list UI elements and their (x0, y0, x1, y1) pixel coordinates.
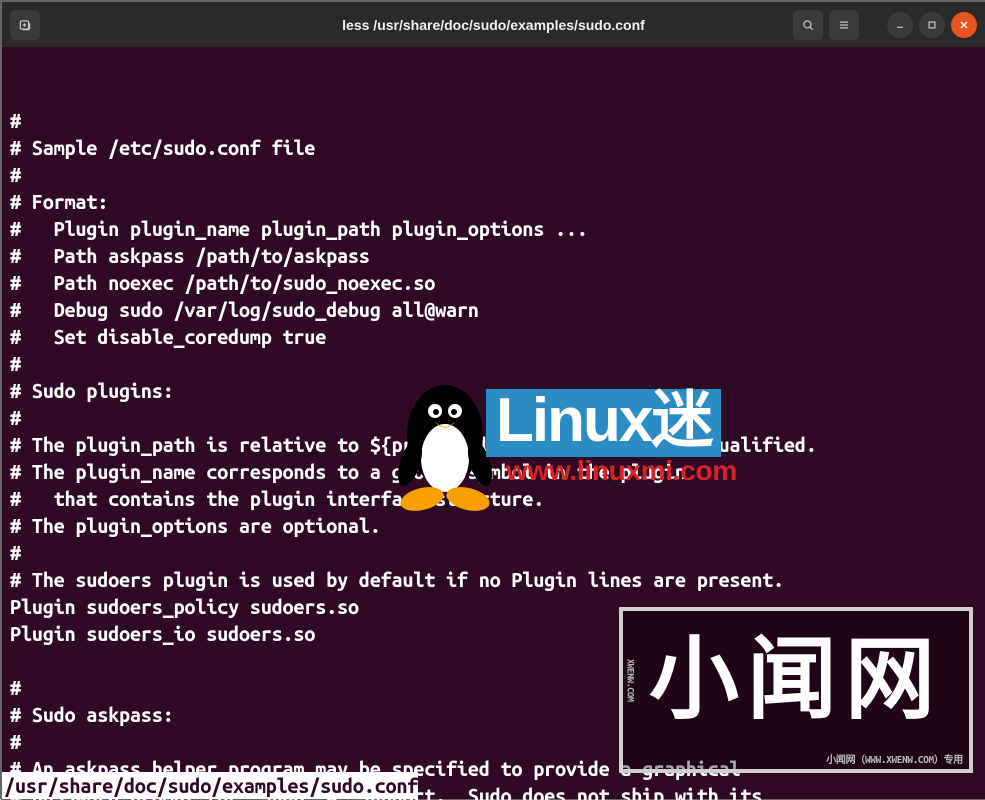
maximize-button[interactable] (919, 12, 945, 38)
titlebar-right-controls (793, 10, 977, 40)
window-title: less /usr/share/doc/sudo/examples/sudo.c… (342, 17, 645, 33)
less-status-line: /usr/share/doc/sudo/examples/sudo.conf (2, 772, 418, 799)
close-button[interactable] (951, 12, 977, 38)
window-titlebar: less /usr/share/doc/sudo/examples/sudo.c… (2, 2, 985, 47)
search-button[interactable] (793, 10, 823, 40)
terminal-text: # # Sample /etc/sudo.conf file # # Forma… (10, 107, 977, 800)
new-tab-button[interactable] (10, 10, 40, 40)
titlebar-left-controls (10, 10, 40, 40)
terminal-content[interactable]: # # Sample /etc/sudo.conf file # # Forma… (2, 47, 985, 799)
menu-button[interactable] (829, 10, 859, 40)
minimize-button[interactable] (887, 12, 913, 38)
